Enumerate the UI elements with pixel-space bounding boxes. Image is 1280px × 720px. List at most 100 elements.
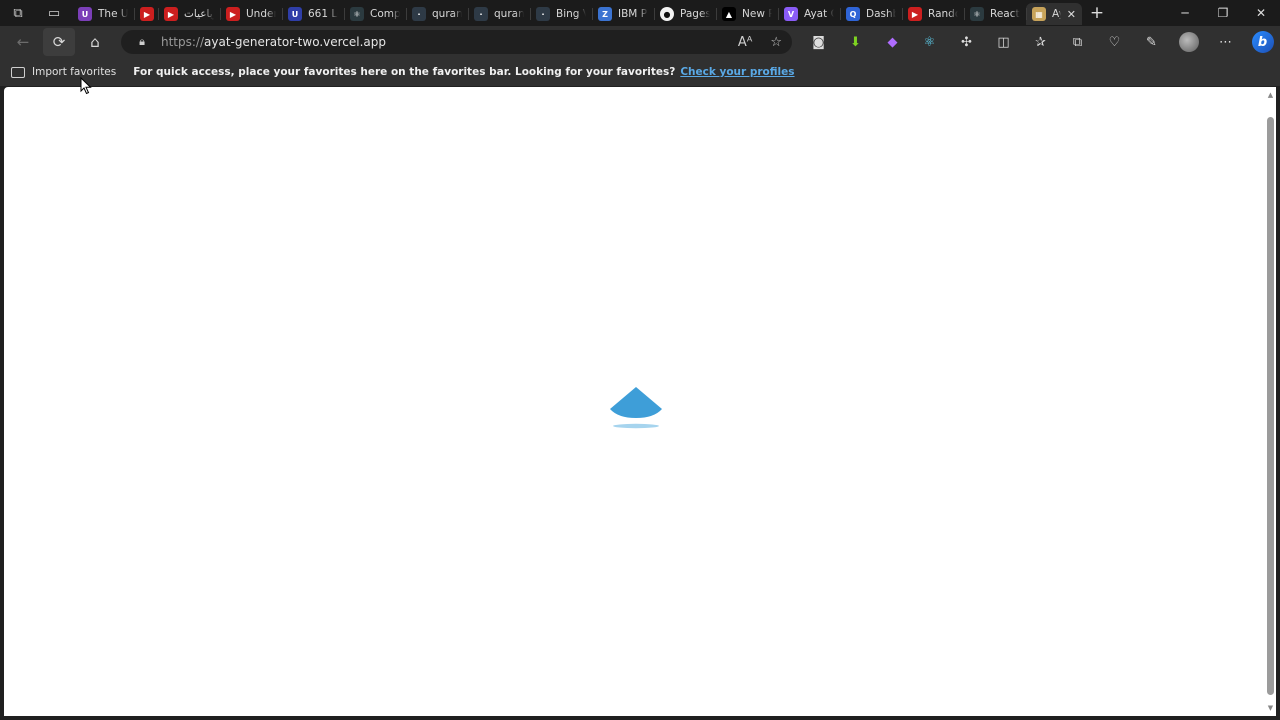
mouse-cursor-icon <box>80 77 92 95</box>
tab-title: Unders <box>246 8 276 20</box>
close-window-button[interactable]: ✕ <box>1242 0 1280 26</box>
import-favorites-label: Import favorites <box>32 66 117 78</box>
collections-icon[interactable]: ⧉ <box>1059 28 1096 56</box>
tab[interactable]: ▶ Unders <box>220 3 282 25</box>
tab[interactable]: U The Ult <box>72 3 134 25</box>
tab[interactable]: Q Dashbo <box>840 3 902 25</box>
color-extension-icon[interactable]: ◆ <box>874 28 911 56</box>
extensions-area: ◙ ⬇ ◆ ⚛ ✣ ◫ ✰ ⧉ ♡ ✎ ⋯ b <box>800 28 1280 56</box>
tab-title: quran <box>432 8 462 20</box>
loading-spinner <box>610 387 662 429</box>
tab[interactable]: · quran <box>468 3 530 25</box>
tab[interactable]: ▶ <box>134 3 158 25</box>
browser-toolbar: ← ⟳ ⌂ 🔒︎ https://ayat-generator-two.verc… <box>0 26 1280 58</box>
tab[interactable]: ● Pages <box>654 3 716 25</box>
github-icon: ● <box>660 7 674 21</box>
restore-button[interactable]: ❐ <box>1204 0 1242 26</box>
browser-essentials-icon[interactable]: ✎ <box>1133 28 1170 56</box>
tab-title: React <box>990 8 1020 20</box>
tab-active[interactable]: ▦ Ay ✕ <box>1026 3 1082 25</box>
page-viewport <box>4 87 1265 716</box>
dashboard-icon: Q <box>846 7 860 21</box>
loader-shadow <box>613 423 659 429</box>
lock-icon[interactable]: 🔒︎ <box>129 35 155 49</box>
window-controls: ─ ❐ ✕ <box>1166 0 1280 26</box>
tab-actions-icon[interactable]: ▭ <box>36 0 72 26</box>
favorite-star-icon[interactable]: ☆ <box>770 35 782 50</box>
tab-title: Dashbo <box>866 8 896 20</box>
url-scheme: https:// <box>161 35 205 49</box>
scroll-down-icon[interactable]: ▼ <box>1267 704 1274 712</box>
tab-list: U The Ult ▶ ▶ رباعيات ▶ Unders U 661 Lo ⚛ Compo · qu… <box>72 0 1082 26</box>
split-screen-icon[interactable]: ◫ <box>985 28 1022 56</box>
new-tab-button[interactable]: + <box>1082 0 1112 26</box>
tab[interactable]: ▶ رباعيات <box>158 3 220 25</box>
generic-site-icon: · <box>412 7 426 21</box>
react-devtools-icon[interactable]: ⚛ <box>911 28 948 56</box>
favorites-icon[interactable]: ✰ <box>1022 28 1059 56</box>
favorites-bar-message: For quick access, place your favorites h… <box>133 66 676 78</box>
read-aloud-icon[interactable]: Aᴬ <box>738 35 753 50</box>
tab[interactable]: · Bing Vi <box>530 3 592 25</box>
tab-title: Ayat Ge <box>804 8 834 20</box>
bing-copilot-icon[interactable]: b <box>1244 28 1280 56</box>
extensions-icon[interactable]: ✣ <box>948 28 985 56</box>
tab-title: Bing Vi <box>556 8 586 20</box>
youtube-icon: ▶ <box>908 7 922 21</box>
generic-site-icon: · <box>474 7 488 21</box>
react-icon: ⚛ <box>970 7 984 21</box>
youtube-icon: ▶ <box>140 7 154 21</box>
minimize-button[interactable]: ─ <box>1166 0 1204 26</box>
tab-title: رباعيات <box>184 8 214 20</box>
check-profiles-link[interactable]: Check your profiles <box>680 66 794 78</box>
vercel-icon: ▲ <box>722 7 736 21</box>
ayat-icon: ▦ <box>1032 7 1046 21</box>
scroll-up-icon[interactable]: ▲ <box>1267 91 1274 99</box>
home-button[interactable]: ⌂ <box>77 28 113 56</box>
url-host: ayat-generator-two.vercel.app <box>204 35 387 49</box>
tab-title: The Ult <box>98 8 128 20</box>
tab[interactable]: U 661 Lo <box>282 3 344 25</box>
performance-icon[interactable]: ♡ <box>1096 28 1133 56</box>
import-favorites-icon <box>11 66 25 78</box>
ibm-icon: Z <box>598 7 612 21</box>
import-favorites-button[interactable]: Import favorites <box>11 66 116 78</box>
address-bar[interactable]: 🔒︎ https://ayat-generator-two.vercel.app… <box>121 30 792 54</box>
tab-title: IBM Ple <box>618 8 648 20</box>
loader-shape <box>610 387 662 418</box>
tab-title: quran <box>494 8 524 20</box>
ublock-icon: U <box>78 7 92 21</box>
tab[interactable]: V Ayat Ge <box>778 3 840 25</box>
download-extension-icon[interactable]: ⬇ <box>837 28 874 56</box>
profile-avatar[interactable] <box>1170 28 1207 56</box>
tab-title: New Pr <box>742 8 772 20</box>
tab-title: 661 Lo <box>308 8 338 20</box>
close-tab-icon[interactable]: ✕ <box>1067 8 1076 21</box>
tab[interactable]: · quran <box>406 3 468 25</box>
address-bar-actions: Aᴬ ☆ <box>738 30 782 54</box>
youtube-icon: ▶ <box>164 7 178 21</box>
tab-title: Pages <box>680 8 710 20</box>
screenshot-extension-icon[interactable]: ◙ <box>800 28 837 56</box>
udemy-icon: U <box>288 7 302 21</box>
tab[interactable]: ⚛ Compo <box>344 3 406 25</box>
page-scrollbar[interactable]: ▲ ▼ <box>1265 87 1276 716</box>
more-menu-icon[interactable]: ⋯ <box>1207 28 1244 56</box>
vite-icon: V <box>784 7 798 21</box>
tab[interactable]: Z IBM Ple <box>592 3 654 25</box>
workspaces-icon[interactable]: ⧉ <box>0 0 36 26</box>
tab[interactable]: ▲ New Pr <box>716 3 778 25</box>
tab-strip: ⧉ ▭ U The Ult ▶ ▶ رباعيات ▶ Unders U 661 Lo ⚛ Comp… <box>0 0 1280 26</box>
generic-site-icon: · <box>536 7 550 21</box>
tab[interactable]: ▶ Rando <box>902 3 964 25</box>
url-text[interactable]: https://ayat-generator-two.vercel.app <box>161 35 386 49</box>
tab-title: Compo <box>370 8 400 20</box>
tab-title: Ay <box>1052 8 1061 20</box>
scrollbar-thumb[interactable] <box>1267 117 1274 695</box>
youtube-icon: ▶ <box>226 7 240 21</box>
tab[interactable]: ⚛ React <box>964 3 1026 25</box>
back-button[interactable]: ← <box>5 28 41 56</box>
refresh-button[interactable]: ⟳ <box>43 28 75 56</box>
react-icon: ⚛ <box>350 7 364 21</box>
tab-title: Rando <box>928 8 958 20</box>
